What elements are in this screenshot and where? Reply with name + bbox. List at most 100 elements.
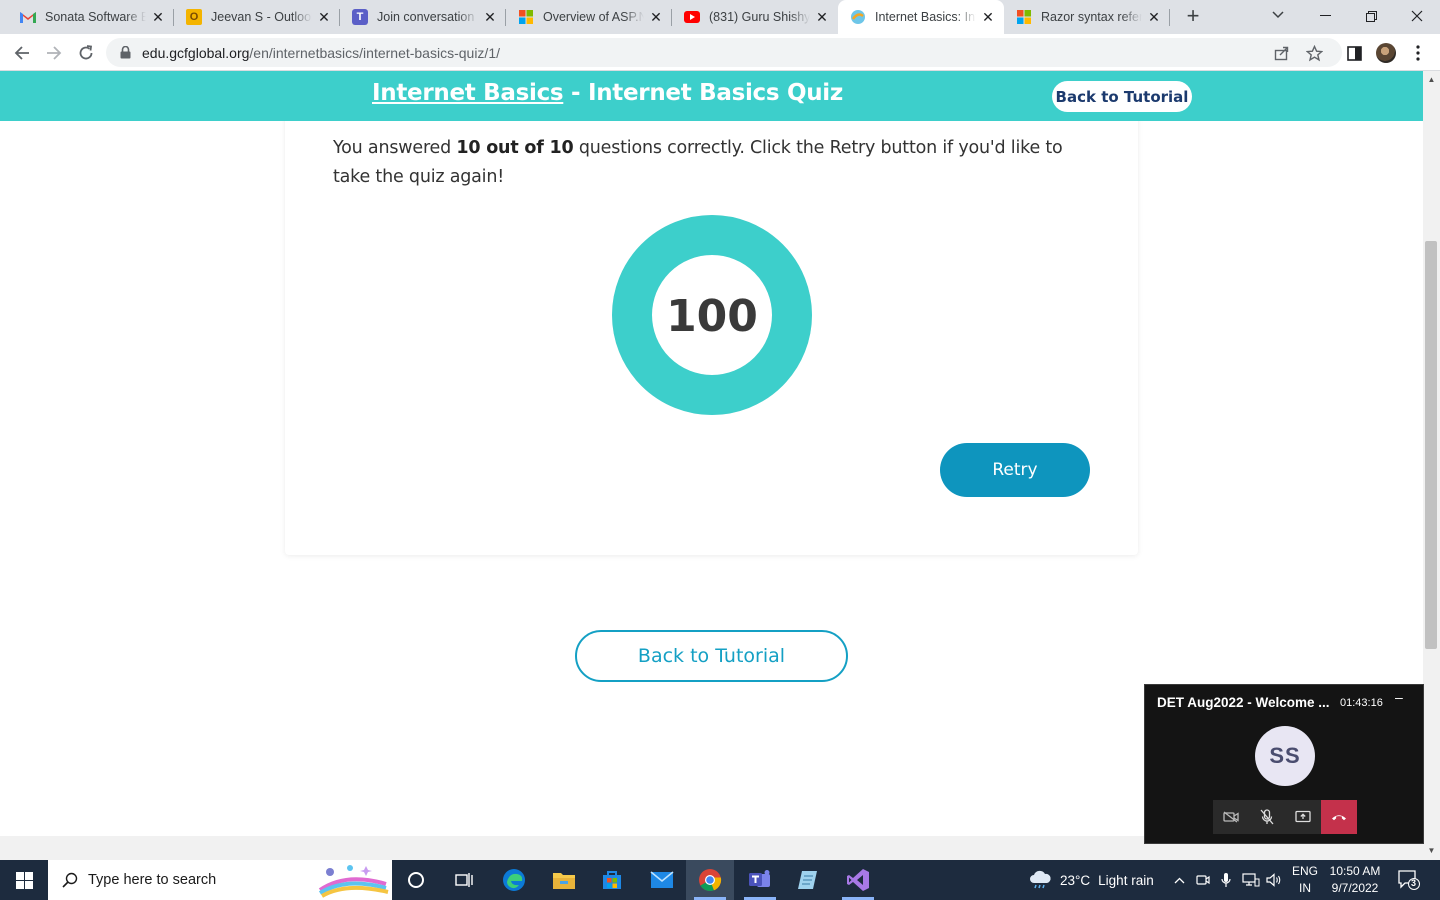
- microsoft-store-icon[interactable]: [588, 860, 636, 900]
- forward-arrow-icon[interactable]: [40, 39, 68, 67]
- microsoft-icon: [1016, 9, 1032, 25]
- browser-menu-icon[interactable]: [1404, 39, 1432, 67]
- tab-title: Sonata Software En: [45, 10, 146, 24]
- browser-tab[interactable]: (831) Guru Shishya ✕: [672, 0, 838, 34]
- tab-title: Internet Basics: Inte: [875, 10, 976, 24]
- outlook-icon: O: [186, 9, 202, 25]
- close-tab-icon[interactable]: ✕: [648, 9, 664, 25]
- gcf-icon: [850, 9, 866, 25]
- scroll-up-arrow-icon[interactable]: ▲: [1423, 73, 1440, 87]
- page-scrollbar[interactable]: ▲ ▼: [1423, 71, 1440, 860]
- notification-center-icon[interactable]: 3: [1392, 860, 1426, 900]
- cortana-icon[interactable]: [392, 860, 440, 900]
- weather-text: Light rain: [1098, 872, 1154, 888]
- hang-up-icon[interactable]: [1321, 800, 1357, 834]
- close-tab-icon[interactable]: ✕: [1146, 9, 1162, 25]
- taskbar-search-box[interactable]: Type here to search: [48, 860, 392, 900]
- close-tab-icon[interactable]: ✕: [150, 9, 166, 25]
- file-explorer-icon[interactable]: [540, 860, 588, 900]
- youtube-icon: [684, 9, 700, 25]
- browser-tab-strip: Sonata Software En ✕ O Jeevan S - Outloo…: [0, 0, 1440, 34]
- tab-search-chevron-icon[interactable]: [1266, 6, 1290, 28]
- input-language-indicator[interactable]: ENG IN: [1290, 863, 1320, 897]
- quiz-results-card: You answered 10 out of 10 questions corr…: [285, 111, 1138, 555]
- tab-title: Join conversation: [377, 10, 475, 24]
- language-code: ENG: [1291, 864, 1318, 878]
- notepad-icon[interactable]: [784, 860, 832, 900]
- scroll-down-arrow-icon[interactable]: ▼: [1423, 844, 1440, 858]
- camera-off-icon[interactable]: [1213, 800, 1249, 834]
- side-panel-icon[interactable]: [1340, 39, 1368, 67]
- call-timer: 01:43:16: [1340, 697, 1383, 709]
- minimize-window-button[interactable]: [1302, 0, 1348, 32]
- restore-window-button[interactable]: [1348, 0, 1394, 32]
- browser-toolbar: edu.gcfglobal.org/en/internetbasics/inte…: [0, 34, 1440, 71]
- windows-taskbar: Type here to search 23°C Light rain ENG …: [0, 860, 1440, 900]
- meeting-title: DET Aug2022 - Welcome ...: [1157, 695, 1330, 710]
- tab-title: Jeevan S - Outlook: [211, 10, 312, 24]
- quiz-title: Internet Basics Quiz: [587, 80, 843, 106]
- result-message: You answered 10 out of 10 questions corr…: [333, 134, 1073, 192]
- reload-icon[interactable]: [72, 39, 100, 67]
- lock-icon: [120, 46, 132, 60]
- chrome-icon[interactable]: [686, 860, 734, 900]
- browser-tab[interactable]: Sonata Software En ✕: [8, 0, 174, 34]
- close-tab-icon[interactable]: ✕: [980, 9, 996, 25]
- header-back-to-tutorial-button[interactable]: Back to Tutorial: [1052, 81, 1192, 112]
- teams-icon: T: [352, 9, 368, 25]
- close-tab-icon[interactable]: ✕: [316, 9, 332, 25]
- title-separator: -: [563, 80, 588, 106]
- teams-call-mini-window[interactable]: DET Aug2022 - Welcome ... 01:43:16 – SS: [1144, 684, 1424, 844]
- network-icon[interactable]: [1240, 860, 1262, 900]
- bookmark-star-icon[interactable]: [1301, 40, 1327, 66]
- internet-basics-link[interactable]: Internet Basics: [372, 80, 564, 106]
- search-placeholder: Type here to search: [88, 872, 217, 888]
- weather-widget[interactable]: 23°C Light rain: [1028, 860, 1154, 900]
- teams-taskbar-icon[interactable]: [736, 860, 784, 900]
- browser-tab[interactable]: Razor syntax refere ✕: [1004, 0, 1170, 34]
- close-tab-icon[interactable]: ✕: [814, 9, 830, 25]
- search-icon: [62, 872, 78, 888]
- windows-start-icon[interactable]: [0, 860, 48, 900]
- clock-date: 9/7/2022: [1331, 881, 1379, 895]
- microphone-icon[interactable]: [1217, 860, 1235, 900]
- tab-title: (831) Guru Shishya: [709, 10, 810, 24]
- url-host: edu.gcfglobal.org: [142, 44, 250, 61]
- meet-now-icon[interactable]: [1194, 860, 1212, 900]
- weather-temp: 23°C: [1060, 872, 1091, 888]
- browser-tab[interactable]: T Join conversation ✕: [340, 0, 506, 34]
- quiz-header-bar: Internet Basics - Internet Basics Quiz B…: [0, 71, 1423, 121]
- browser-tab[interactable]: Overview of ASP.NE ✕: [506, 0, 672, 34]
- taskbar-clock[interactable]: 10:50 AM 9/7/2022: [1322, 863, 1388, 897]
- mail-icon[interactable]: [638, 860, 686, 900]
- profile-avatar[interactable]: [1372, 39, 1400, 67]
- back-to-tutorial-button[interactable]: Back to Tutorial: [575, 630, 848, 682]
- score-donut-chart: 100: [612, 215, 812, 415]
- browser-tab[interactable]: O Jeevan S - Outlook ✕: [174, 0, 340, 34]
- new-tab-button[interactable]: +: [1180, 5, 1206, 29]
- edge-icon[interactable]: [490, 860, 538, 900]
- tab-title: Overview of ASP.NE: [543, 10, 644, 24]
- task-view-icon[interactable]: [440, 860, 488, 900]
- back-arrow-icon[interactable]: [8, 39, 36, 67]
- mic-muted-icon[interactable]: [1249, 800, 1285, 834]
- tray-chevron-up-icon[interactable]: [1170, 860, 1188, 900]
- share-screen-icon[interactable]: [1285, 800, 1321, 834]
- volume-icon[interactable]: [1264, 860, 1284, 900]
- page-title: Internet Basics - Internet Basics Quiz: [372, 80, 843, 106]
- share-icon[interactable]: [1269, 40, 1295, 66]
- result-score-text: 10 out of 10: [456, 138, 574, 158]
- retry-button[interactable]: Retry: [940, 443, 1090, 497]
- clock-time: 10:50 AM: [1329, 864, 1381, 878]
- close-tab-icon[interactable]: ✕: [482, 9, 498, 25]
- region-code: IN: [1299, 881, 1311, 895]
- scrollbar-thumb[interactable]: [1425, 241, 1437, 649]
- address-bar[interactable]: edu.gcfglobal.org/en/internetbasics/inte…: [106, 38, 1342, 67]
- cloud-rain-icon: [1028, 870, 1052, 890]
- participant-avatar: SS: [1255, 726, 1315, 786]
- notification-count-badge: 3: [1411, 878, 1417, 888]
- visual-studio-icon[interactable]: [834, 860, 882, 900]
- close-window-button[interactable]: [1394, 0, 1440, 32]
- browser-tab-active[interactable]: Internet Basics: Inte ✕: [838, 0, 1004, 34]
- minimize-call-button[interactable]: –: [1395, 689, 1403, 705]
